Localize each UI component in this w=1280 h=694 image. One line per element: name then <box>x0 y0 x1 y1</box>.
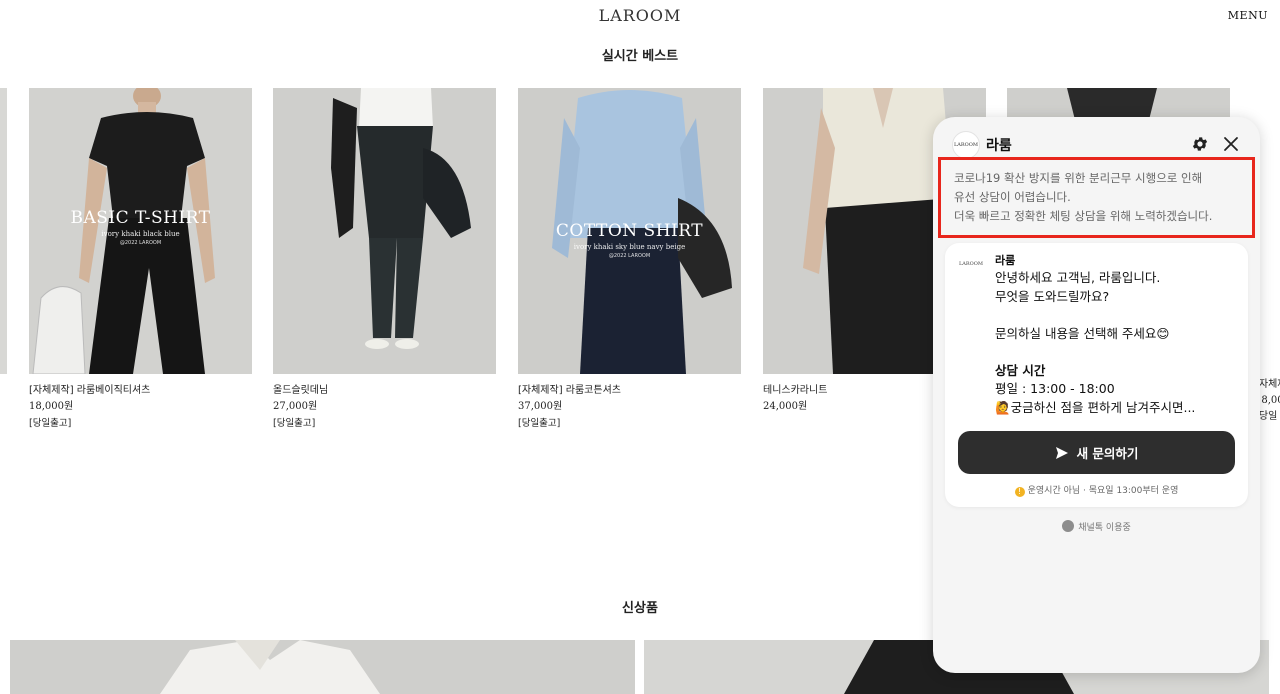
new-inquiry-button[interactable]: 새 문의하기 <box>958 431 1235 474</box>
operating-hours-notice: ! 운영시간 아님 · 목요일 13:00부터 운영 <box>945 483 1248 497</box>
channel-talk-icon <box>1062 520 1075 532</box>
warning-icon: ! <box>1014 487 1025 497</box>
product-name[interactable]: [자체제작] 라룸베이직티셔츠 <box>29 383 252 399</box>
product-name[interactable]: [자체제작] 라룸코튼셔츠 <box>518 383 741 399</box>
product-overlay-text: BASIC T-SHIRT ivory khaki black blue @20… <box>70 208 211 246</box>
product-overlay-text: COTTON SHIRT ivory khaki sky blue navy b… <box>555 221 704 259</box>
sender-name: 라룸 <box>995 254 1016 267</box>
close-icon[interactable] <box>1222 135 1240 153</box>
model-denim-image <box>273 88 496 374</box>
notice-line: 코로나19 확산 방지를 위한 분리근무 시행으로 인해 <box>954 171 1203 185</box>
notice-banner-highlighted: 코로나19 확산 방지를 위한 분리근무 시행으로 인해 유선 상담이 어렵습니… <box>938 157 1255 238</box>
message-line: 문의하실 내용을 선택해 주세요😊 <box>995 325 1170 341</box>
message-line: 안녕하세요 고객님, 라룸입니다. <box>995 270 1161 285</box>
header: LAROOM MENU <box>0 0 1280 36</box>
welcome-message: 안녕하세요 고객님, 라룸입니다. 무엇을 도와드릴까요? 문의하실 내용을 선… <box>995 269 1240 417</box>
settings-gear-icon[interactable] <box>1191 135 1209 153</box>
message-line: 무엇을 도와드릴까요? <box>995 288 1110 304</box>
send-icon <box>1055 446 1068 459</box>
chat-brand-name: 라룸 <box>986 138 1012 154</box>
product-card-basic-tshirt[interactable]: BASIC T-SHIRT ivory khaki black blue @20… <box>29 88 252 432</box>
product-photo[interactable]: COTTON SHIRT ivory khaki sky blue navy b… <box>518 88 741 374</box>
product-photo[interactable]: BASIC T-SHIRT ivory khaki black blue @20… <box>29 88 252 374</box>
product-name[interactable]: 올드슬릿데님 <box>273 383 496 399</box>
product-price: 27,000원 <box>273 401 318 412</box>
product-shipping-tag: [당일출고] <box>518 418 561 429</box>
new-product-image[interactable] <box>10 640 635 694</box>
menu-button[interactable]: MENU <box>1228 9 1268 22</box>
chat-message-card: LAROOM 라룸 안녕하세요 고객님, 라룸입니다. 무엇을 도와드릴까요? … <box>945 243 1248 507</box>
operating-hours-text: 운영시간 아님 · 목요일 13:00부터 운영 <box>1027 486 1179 496</box>
notice-line: 더욱 빠르고 정확한 체팅 상담을 위해 노력하겠습니다. <box>954 209 1213 223</box>
channel-talk-footer[interactable]: 채널톡 이용중 <box>933 520 1260 533</box>
chat-brand-avatar: LAROOM <box>952 131 980 159</box>
chat-header: LAROOM 라룸 <box>933 117 1260 159</box>
hours-value: 평일 : 13:00 - 18:00 <box>995 381 1115 396</box>
product-card-slit-denim[interactable]: 올드슬릿데님 27,000원 [당일출고] <box>273 88 496 432</box>
sender-avatar: LAROOM <box>958 261 983 267</box>
white-shirt-image <box>160 640 380 694</box>
product-photo[interactable] <box>273 88 496 374</box>
product-shipping-tag: [당일출고] <box>273 418 316 429</box>
product-price: 37,000원 <box>518 401 563 412</box>
product-shipping-tag: [당일출고] <box>29 418 72 429</box>
previous-product-edge[interactable] <box>0 88 7 374</box>
hours-title: 상담 시간 <box>995 362 1046 378</box>
notice-line: 유선 상담이 어렵습니다. <box>954 190 1071 204</box>
product-price: 18,000원 <box>29 401 74 412</box>
best-section-title: 실시간 베스트 <box>601 49 679 64</box>
channel-talk-label: 채널톡 이용중 <box>1078 523 1131 533</box>
site-logo[interactable]: LAROOM <box>0 6 1280 25</box>
chat-widget: LAROOM 라룸 코로나19 확산 방지를 위한 분리근무 시행으로 인해 유… <box>933 117 1260 673</box>
product-card-cotton-shirt[interactable]: COTTON SHIRT ivory khaki sky blue navy b… <box>518 88 741 432</box>
new-inquiry-label: 새 문의하기 <box>1076 446 1139 461</box>
message-line: 🙋궁금하신 점을 편하게 남겨주시면... <box>995 399 1196 415</box>
